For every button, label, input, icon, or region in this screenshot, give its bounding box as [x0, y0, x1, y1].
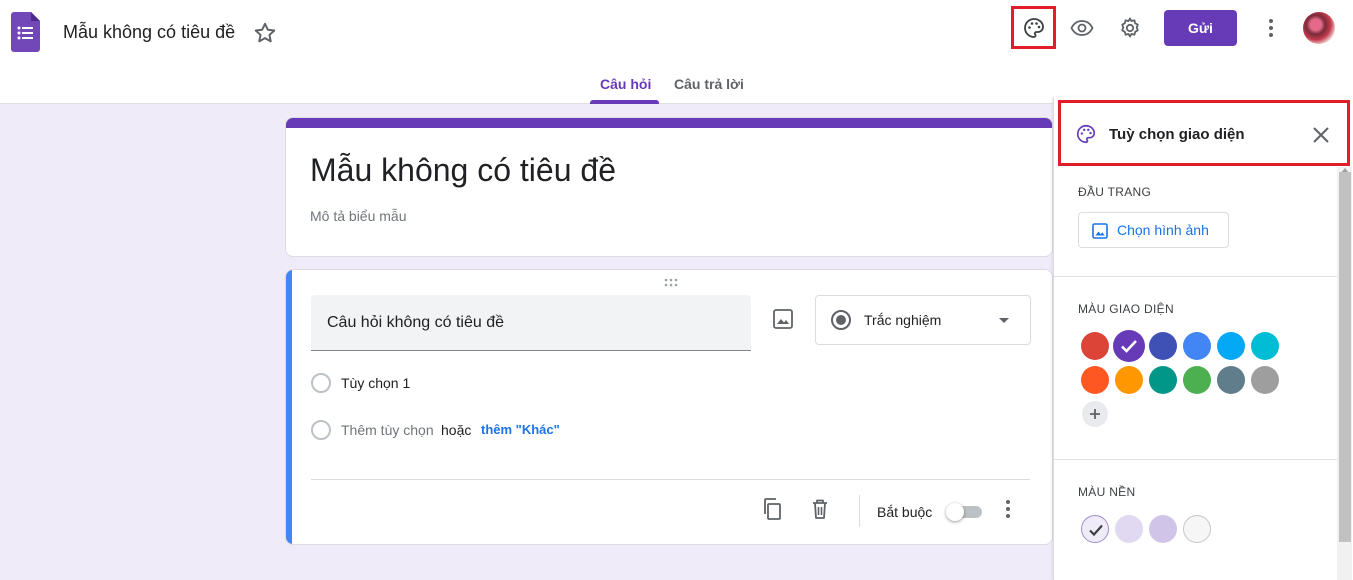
duplicate-icon[interactable]: [760, 497, 784, 521]
scrollbar-thumb[interactable]: [1339, 172, 1351, 542]
question-type-dropdown[interactable]: Trắc nghiệm: [815, 295, 1031, 345]
preview-button[interactable]: [1068, 14, 1096, 42]
theme-color-swatch[interactable]: [1251, 332, 1279, 360]
theme-color-section-label: MÀU GIAO DIỆN: [1078, 302, 1174, 316]
more-options-button[interactable]: [1259, 14, 1283, 42]
vertical-divider: [859, 495, 860, 527]
option-label[interactable]: Tùy chọn 1: [341, 375, 410, 391]
close-icon[interactable]: [1311, 125, 1331, 145]
panel-header: Tuỳ chọn giao diện: [1058, 100, 1350, 166]
star-icon[interactable]: [252, 20, 278, 46]
divider: [311, 479, 1030, 480]
trash-icon[interactable]: [808, 497, 832, 521]
add-option-link[interactable]: Thêm tùy chọn: [341, 422, 434, 438]
background-color-swatch[interactable]: [1149, 515, 1177, 543]
active-question-indicator: [286, 270, 292, 544]
more-vert-icon[interactable]: [996, 497, 1020, 521]
add-custom-color-button[interactable]: [1082, 401, 1108, 427]
theme-color-swatch[interactable]: [1183, 366, 1211, 394]
option-radio: [311, 373, 331, 393]
choose-image-button[interactable]: Chọn hình ảnh: [1078, 212, 1229, 248]
form-title[interactable]: Mẫu không có tiêu đề: [310, 152, 616, 189]
divider: [1054, 459, 1338, 460]
doc-title[interactable]: Mẫu không có tiêu đề: [63, 22, 235, 43]
tab-responses[interactable]: Câu trả lời: [674, 76, 744, 92]
palette-icon: [1077, 124, 1096, 144]
palette-icon: [1023, 17, 1044, 38]
active-tab-indicator: [590, 100, 659, 104]
palette-button[interactable]: [1011, 6, 1056, 49]
background-color-swatch[interactable]: [1081, 515, 1109, 543]
required-toggle[interactable]: [946, 503, 982, 521]
background-color-section-label: MÀU NỀN: [1078, 485, 1136, 499]
theme-color-swatch[interactable]: [1081, 366, 1109, 394]
theme-color-bar: [286, 118, 1052, 128]
add-option-radio: [311, 420, 331, 440]
app-header: Mẫu không có tiêu đề Gửi Câu hỏi Câu trả…: [0, 0, 1353, 104]
form-description-field[interactable]: Mô tả biểu mẫu: [310, 208, 407, 224]
radio-button-icon: [831, 310, 851, 330]
toggle-knob: [946, 503, 964, 521]
theme-color-swatch[interactable]: [1217, 332, 1245, 360]
drag-handle-icon[interactable]: [663, 278, 679, 288]
theme-color-swatch[interactable]: [1149, 366, 1177, 394]
question-title: Câu hỏi không có tiêu đề: [327, 314, 505, 331]
forms-logo-icon[interactable]: [11, 12, 40, 52]
question-title-input[interactable]: Câu hỏi không có tiêu đề: [311, 295, 751, 351]
background-color-swatch[interactable]: [1183, 515, 1211, 543]
theme-color-swatch[interactable]: [1113, 330, 1145, 362]
choose-image-label: Chọn hình ảnh: [1117, 222, 1209, 238]
divider: [1054, 276, 1338, 277]
theme-color-swatch[interactable]: [1081, 332, 1109, 360]
question-card[interactable]: Câu hỏi không có tiêu đề Trắc nghiệm Tùy…: [285, 269, 1053, 545]
add-other-link[interactable]: thêm "Khác": [481, 422, 560, 437]
plus-icon: [1090, 409, 1100, 419]
question-type-label: Trắc nghiệm: [864, 312, 942, 328]
or-text: hoặc: [441, 422, 472, 438]
check-icon: [1121, 340, 1137, 353]
theme-color-swatch[interactable]: [1115, 366, 1143, 394]
form-title-card: Mẫu không có tiêu đề Mô tả biểu mẫu: [285, 117, 1053, 257]
settings-button[interactable]: [1116, 14, 1144, 42]
gear-icon: [1121, 17, 1139, 38]
theme-color-swatch[interactable]: [1217, 366, 1245, 394]
required-label: Bắt buộc: [877, 504, 933, 520]
panel-title: Tuỳ chọn giao diện: [1109, 126, 1245, 143]
image-icon: [1092, 223, 1108, 239]
add-image-icon[interactable]: [771, 307, 795, 331]
check-icon: [1089, 524, 1103, 537]
eye-icon: [1070, 20, 1094, 36]
caret-down-icon: [999, 318, 1009, 323]
send-button[interactable]: Gửi: [1164, 10, 1237, 46]
avatar[interactable]: [1303, 12, 1335, 44]
header-section-label: ĐẦU TRANG: [1078, 185, 1152, 199]
background-color-swatch[interactable]: [1115, 515, 1143, 543]
theme-options-panel: Tuỳ chọn giao diện ĐẦU TRANG Chọn hình ả…: [1053, 97, 1353, 580]
theme-color-swatch[interactable]: [1149, 332, 1177, 360]
theme-color-swatch[interactable]: [1183, 332, 1211, 360]
tab-questions[interactable]: Câu hỏi: [600, 76, 651, 92]
theme-color-swatch[interactable]: [1251, 366, 1279, 394]
more-vert-icon: [1269, 19, 1273, 37]
